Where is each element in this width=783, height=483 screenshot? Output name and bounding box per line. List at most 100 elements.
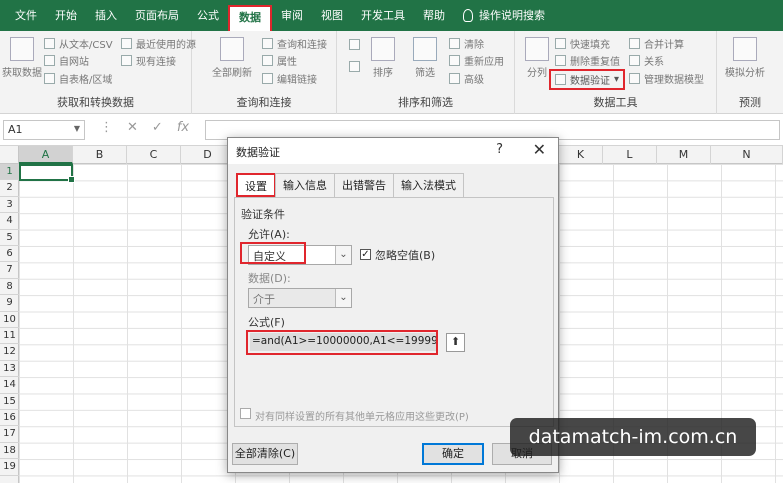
relationships-icon <box>629 55 640 66</box>
menu-page-layout[interactable]: 页面布局 <box>126 0 188 31</box>
help-icon[interactable]: ? <box>496 142 503 157</box>
criteria-heading: 验证条件 <box>241 208 285 221</box>
ok-button[interactable]: 确定 <box>422 443 484 465</box>
get-data-button[interactable]: 获取数据 <box>2 37 42 79</box>
row-headers: 1 2 3 4 5 6 7 8 9 10 11 12 13 14 15 16 17 18 19 <box>0 164 19 483</box>
range-select-button[interactable]: ⬆ <box>446 333 465 352</box>
menu-help[interactable]: 帮助 <box>414 0 454 31</box>
filter-button[interactable]: 筛选 <box>405 37 445 79</box>
row-header[interactable]: 7 <box>0 262 19 279</box>
menu-insert[interactable]: 插入 <box>86 0 126 31</box>
tab-settings[interactable]: 设置 <box>236 173 276 197</box>
tab-ime-mode[interactable]: 输入法模式 <box>393 173 464 197</box>
menu-review[interactable]: 审阅 <box>272 0 312 31</box>
web-icon <box>44 55 55 66</box>
row-header[interactable]: 5 <box>0 230 19 246</box>
reapply-button[interactable]: 重新应用 <box>449 53 504 68</box>
refresh-all-button[interactable]: 全部刷新 <box>212 37 252 79</box>
menu-formulas[interactable]: 公式 <box>188 0 228 31</box>
queries-connections-button[interactable]: 查询和连接 <box>262 36 327 51</box>
sort-za-button[interactable] <box>349 61 364 72</box>
row-header[interactable]: 14 <box>0 377 19 394</box>
sort-az-button[interactable] <box>349 39 364 50</box>
data-validation-label: 数据验证 <box>570 76 610 87</box>
row-header[interactable]: 11 <box>0 328 19 345</box>
row-header[interactable]: 9 <box>0 295 19 312</box>
existing-connections-button[interactable]: 现有连接 <box>121 53 176 68</box>
from-text-csv-button[interactable]: 从文本/CSV <box>44 36 113 51</box>
row-header[interactable]: 15 <box>0 394 19 410</box>
select-all-corner[interactable] <box>0 146 19 164</box>
row-header[interactable]: 13 <box>0 361 19 378</box>
data-validation-button[interactable]: 数据验证 ▾ <box>549 69 626 90</box>
row-header[interactable]: 18 <box>0 443 19 460</box>
from-web-button[interactable]: 自网站 <box>44 53 89 68</box>
text-file-icon <box>44 38 55 49</box>
remove-duplicates-button[interactable]: 删除重复值 <box>555 53 620 68</box>
manage-data-model-button[interactable]: 管理数据模型 <box>629 71 704 86</box>
chevron-down-icon[interactable]: ▼ <box>74 124 80 133</box>
menu-developer[interactable]: 开发工具 <box>352 0 414 31</box>
column-header[interactable]: K <box>559 146 603 164</box>
relationships-label: 关系 <box>644 57 664 68</box>
column-header[interactable]: L <box>603 146 657 164</box>
tab-input-message[interactable]: 输入信息 <box>275 173 335 197</box>
column-header[interactable]: M <box>657 146 711 164</box>
enter-icon[interactable]: ✓ <box>152 120 163 135</box>
edit-links-button[interactable]: 编辑链接 <box>262 71 317 86</box>
menu-file[interactable]: 文件 <box>6 0 46 31</box>
column-header[interactable]: N <box>711 146 783 164</box>
row-header[interactable]: 6 <box>0 246 19 263</box>
advanced-filter-icon <box>449 73 460 84</box>
sort-button[interactable]: 排序 <box>363 37 403 79</box>
menu-home[interactable]: 开始 <box>46 0 86 31</box>
database-icon <box>10 37 34 61</box>
row-header[interactable]: 12 <box>0 344 19 361</box>
name-box[interactable]: A1 ▼ <box>3 120 85 140</box>
group-get-transform-label: 获取和转换数据 <box>57 96 134 109</box>
properties-button[interactable]: 属性 <box>262 53 297 68</box>
row-header[interactable]: 8 <box>0 279 19 296</box>
from-text-csv-label: 从文本/CSV <box>59 40 113 51</box>
apply-all-checkbox <box>240 408 251 419</box>
group-queries: 全部刷新 查询和连接 属性 编辑链接 查询和连接 <box>192 31 337 114</box>
data-validation-icon <box>555 74 566 85</box>
relationships-button[interactable]: 关系 <box>629 53 664 68</box>
from-table-button[interactable]: 自表格/区域 <box>44 71 112 86</box>
close-icon[interactable]: ✕ <box>533 140 546 159</box>
clear-button[interactable]: 清除 <box>449 36 484 51</box>
menu-data[interactable]: 数据 <box>228 5 272 31</box>
tell-me[interactable]: 操作说明搜索 <box>454 0 554 31</box>
menu-view[interactable]: 视图 <box>312 0 352 31</box>
ignore-blank-checkbox[interactable]: ✓ <box>360 249 371 260</box>
funnel-icon <box>413 37 437 61</box>
flash-fill-button[interactable]: 快速填充 <box>555 36 610 51</box>
cancel-icon[interactable]: ✕ <box>127 120 138 135</box>
column-header[interactable]: A <box>19 146 73 164</box>
formula-highlight <box>246 330 438 355</box>
queries-connections-label: 查询和连接 <box>277 40 327 51</box>
advanced-button[interactable]: 高级 <box>449 71 484 86</box>
column-header[interactable]: B <box>73 146 127 164</box>
consolidate-button[interactable]: 合并计算 <box>629 36 684 51</box>
chevron-down-icon[interactable]: ⌄ <box>335 246 351 264</box>
insert-function-icon[interactable]: fx <box>177 120 189 135</box>
clear-all-button[interactable]: 全部清除(C) <box>232 443 298 465</box>
row-header[interactable]: 19 <box>0 459 19 476</box>
row-header[interactable]: 16 <box>0 410 19 427</box>
row-header[interactable]: 10 <box>0 312 19 328</box>
recent-sources-button[interactable]: 最近使用的源 <box>121 36 196 51</box>
active-cell[interactable] <box>19 164 75 183</box>
queries-icon <box>262 38 273 49</box>
row-header[interactable]: 1 <box>0 164 19 181</box>
row-header[interactable]: 3 <box>0 197 19 214</box>
row-header[interactable]: 2 <box>0 180 19 197</box>
consolidate-icon <box>629 38 640 49</box>
tab-error-alert[interactable]: 出错警告 <box>334 173 394 197</box>
row-header[interactable]: 17 <box>0 426 19 443</box>
get-data-label: 获取数据 <box>2 68 42 79</box>
row-header[interactable]: 4 <box>0 213 19 230</box>
reapply-label: 重新应用 <box>464 57 504 68</box>
column-header[interactable]: C <box>127 146 181 164</box>
what-if-button[interactable]: 模拟分析 <box>725 37 765 79</box>
